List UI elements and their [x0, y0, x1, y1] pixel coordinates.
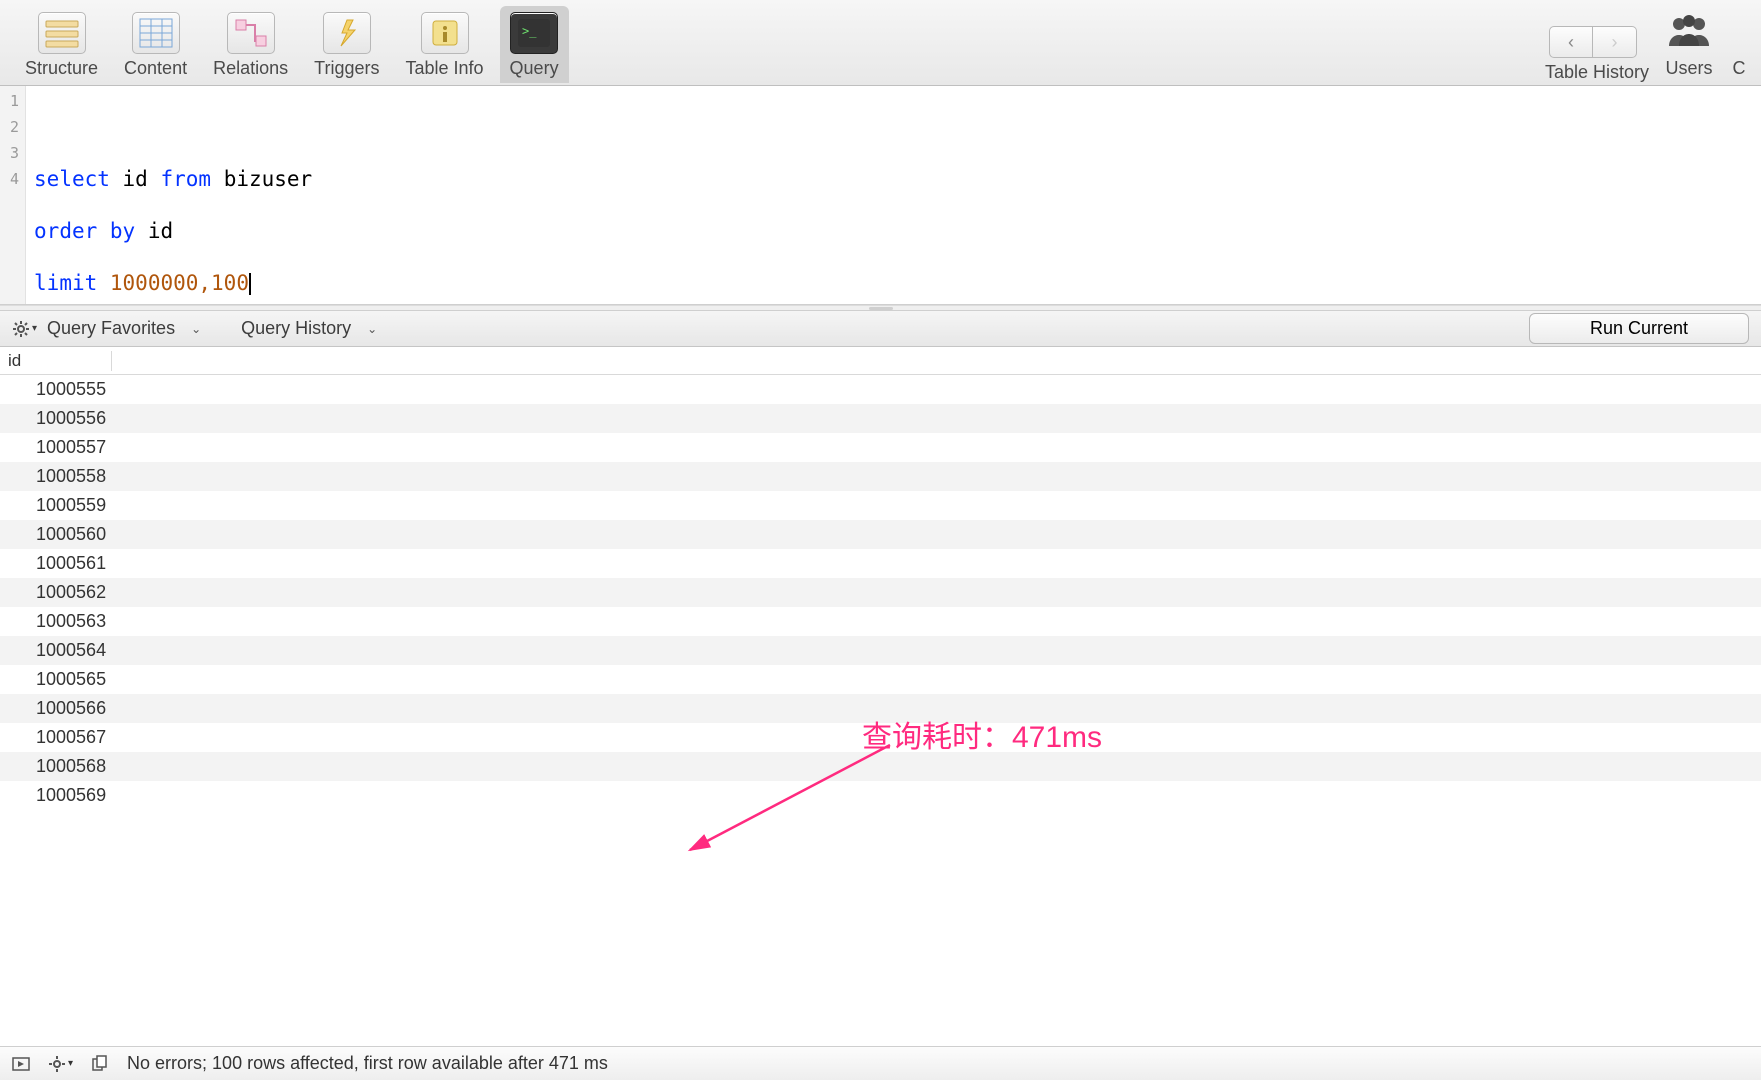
line-number: 1: [10, 88, 19, 114]
chevron-left-icon: ‹: [1568, 32, 1574, 53]
structure-icon: [38, 12, 86, 54]
tab-label: Relations: [213, 58, 288, 79]
copy-icon: [91, 1055, 109, 1073]
code-line: [34, 114, 312, 140]
run-current-button[interactable]: Run Current: [1529, 313, 1749, 344]
content-icon: [132, 12, 180, 54]
code-line: select id from bizuser: [34, 166, 312, 192]
console-icon: [1729, 12, 1749, 54]
tab-c[interactable]: C: [1721, 8, 1749, 83]
table-row[interactable]: 1000562: [0, 578, 1761, 607]
text-cursor: [249, 273, 251, 295]
tool-tabs: Structure Content Relations Triggers: [12, 6, 572, 83]
gear-icon: [48, 1055, 66, 1073]
main-toolbar: Structure Content Relations Triggers: [0, 0, 1761, 86]
sql-editor[interactable]: 1 2 3 4 select id from bizuser order by …: [0, 86, 1761, 305]
status-message: No errors; 100 rows affected, first row …: [127, 1053, 608, 1074]
cell-id: 1000567: [36, 727, 106, 748]
table-row[interactable]: 1000560: [0, 520, 1761, 549]
tab-label: Query: [510, 58, 559, 79]
table-row[interactable]: 1000569: [0, 781, 1761, 810]
cell-id: 1000568: [36, 756, 106, 777]
tab-label: Structure: [25, 58, 98, 79]
table-history-nav: ‹ ›: [1549, 26, 1637, 58]
table-row[interactable]: 1000565: [0, 665, 1761, 694]
tab-label: Users: [1665, 58, 1712, 79]
cell-id: 1000556: [36, 408, 106, 429]
split-handle[interactable]: [0, 305, 1761, 311]
table-row[interactable]: 1000567: [0, 723, 1761, 752]
caret-down-icon: ▾: [68, 1058, 73, 1069]
cell-id: 1000566: [36, 698, 106, 719]
tab-label: Triggers: [314, 58, 379, 79]
relations-icon: [227, 12, 275, 54]
tab-users[interactable]: Users: [1657, 8, 1721, 83]
status-bar: ▾ No errors; 100 rows affected, first ro…: [0, 1046, 1761, 1080]
column-header-id[interactable]: id: [8, 351, 112, 371]
table-row[interactable]: 1000555: [0, 375, 1761, 404]
cell-id: 1000559: [36, 495, 106, 516]
gear-icon: [12, 320, 30, 338]
tab-structure[interactable]: Structure: [15, 6, 108, 83]
cell-id: 1000569: [36, 785, 106, 806]
tab-query[interactable]: >_ Query: [500, 6, 569, 83]
code-area[interactable]: select id from bizuser order by id limit…: [26, 86, 320, 304]
line-number: 3: [10, 140, 19, 166]
line-number: 4: [10, 166, 19, 192]
cell-id: 1000560: [36, 524, 106, 545]
cell-id: 1000562: [36, 582, 106, 603]
cell-id: 1000561: [36, 553, 106, 574]
triggers-icon: [323, 12, 371, 54]
table-row[interactable]: 1000556: [0, 404, 1761, 433]
cell-id: 1000557: [36, 437, 106, 458]
users-icon: [1665, 12, 1713, 54]
copy-results-button[interactable]: [91, 1055, 109, 1073]
line-number: 2: [10, 114, 19, 140]
cell-id: 1000563: [36, 611, 106, 632]
code-line: order by id: [34, 218, 312, 244]
cell-id: 1000564: [36, 640, 106, 661]
svg-text:>_: >_: [522, 24, 537, 38]
table-row[interactable]: 1000557: [0, 433, 1761, 462]
cell-id: 1000558: [36, 466, 106, 487]
nav-back-button[interactable]: ‹: [1549, 26, 1593, 58]
chevron-down-icon: ⌄: [367, 322, 377, 336]
table-row[interactable]: 1000558: [0, 462, 1761, 491]
table-row[interactable]: 1000564: [0, 636, 1761, 665]
tab-relations[interactable]: Relations: [203, 6, 298, 83]
panel-icon: [12, 1055, 30, 1073]
table-row[interactable]: 1000566: [0, 694, 1761, 723]
table-history-label: Table History: [1545, 62, 1649, 83]
table-row[interactable]: 1000568: [0, 752, 1761, 781]
tab-label: C: [1733, 58, 1746, 79]
tab-content[interactable]: Content: [114, 6, 197, 83]
results-header: id: [0, 347, 1761, 375]
code-line: limit 1000000,100: [34, 270, 312, 296]
cell-id: 1000565: [36, 669, 106, 690]
line-gutter: 1 2 3 4: [0, 86, 26, 304]
status-gear-button[interactable]: ▾: [48, 1055, 73, 1073]
table-row[interactable]: 1000563: [0, 607, 1761, 636]
table-row[interactable]: 1000561: [0, 549, 1761, 578]
tab-tableinfo[interactable]: Table Info: [395, 6, 493, 83]
nav-forward-button[interactable]: ›: [1593, 26, 1637, 58]
query-icon: >_: [510, 12, 558, 54]
chevron-right-icon: ›: [1611, 32, 1617, 53]
panel-toggle-button[interactable]: [12, 1055, 30, 1073]
results-grid[interactable]: 1000555 1000556 1000557 1000558 1000559 10005…: [0, 375, 1761, 1046]
tab-label: Table Info: [405, 58, 483, 79]
table-row[interactable]: 1000559: [0, 491, 1761, 520]
tab-triggers[interactable]: Triggers: [304, 6, 389, 83]
cell-id: 1000555: [36, 379, 106, 400]
tableinfo-icon: [421, 12, 469, 54]
tab-label: Content: [124, 58, 187, 79]
